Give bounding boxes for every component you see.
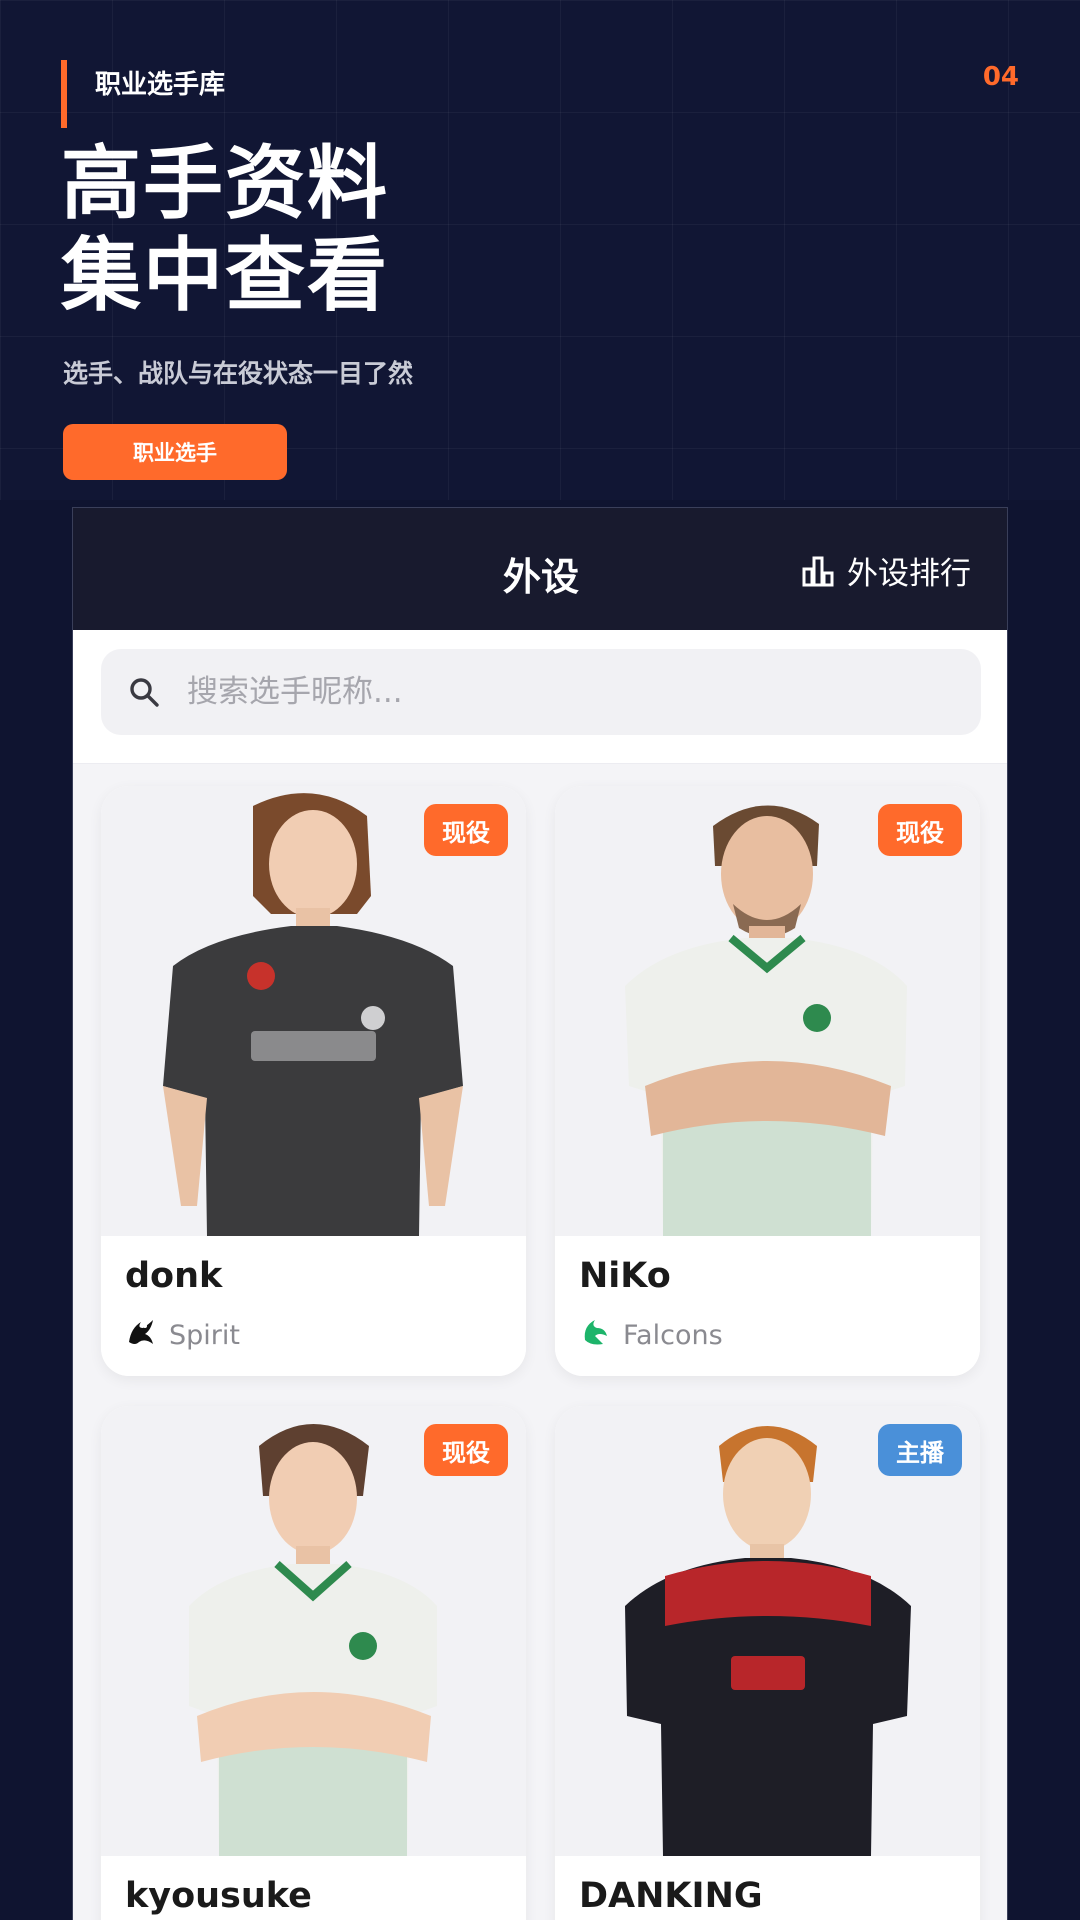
search-input[interactable] — [187, 674, 887, 710]
team-name: Spirit — [169, 1320, 240, 1351]
search-bar[interactable] — [101, 649, 981, 735]
pro-players-button[interactable]: 职业选手 — [63, 424, 287, 480]
status-badge: 现役 — [424, 804, 508, 856]
headline-line-2: 集中查看 — [61, 229, 389, 322]
search-section — [73, 630, 1007, 764]
player-name: donk — [125, 1256, 223, 1296]
player-info: donk Spirit — [101, 1236, 526, 1376]
status-badge: 现役 — [424, 1424, 508, 1476]
player-photo: 现役 — [555, 786, 980, 1236]
player-info: kyousuke — [101, 1856, 526, 1920]
page-subtitle: 选手、战队与在役状态一目了然 — [63, 359, 414, 388]
spirit-dragon-icon — [125, 1316, 157, 1355]
gear-ranking-button[interactable]: 外设排行 — [801, 548, 971, 593]
gear-ranking-label: 外设排行 — [847, 556, 971, 592]
page-headline: 高手资料 集中查看 — [61, 138, 389, 322]
app-header: 外设 外设排行 — [73, 508, 1007, 630]
bar-chart-icon — [801, 555, 835, 587]
player-card[interactable]: 主播 DANKING — [555, 1406, 980, 1920]
player-card[interactable]: 现役 donk Spirit — [101, 786, 526, 1376]
player-team: Falcons — [579, 1316, 723, 1355]
player-photo: 现役 — [101, 1406, 526, 1856]
status-badge: 现役 — [878, 804, 962, 856]
team-name: Falcons — [623, 1320, 723, 1351]
hero-section: 职业选手库 04 高手资料 集中查看 选手、战队与在役状态一目了然 职业选手 — [0, 0, 1080, 500]
player-name: kyousuke — [125, 1876, 312, 1916]
player-photo: 主播 — [555, 1406, 980, 1856]
player-team: Spirit — [125, 1316, 240, 1355]
player-card[interactable]: 现役 kyousuke — [101, 1406, 526, 1920]
kicker-accent-bar — [61, 60, 67, 128]
player-photo: 现役 — [101, 786, 526, 1236]
app-screen: 外设 外设排行 搜索选手昵称... 现役 donk Spirit 现役 NiKo… — [72, 507, 1008, 1920]
status-badge: 主播 — [878, 1424, 962, 1476]
search-icon — [127, 675, 161, 709]
player-info: NiKo Falcons — [555, 1236, 980, 1376]
falcons-logo-icon — [579, 1316, 611, 1355]
headline-line-1: 高手资料 — [61, 137, 389, 230]
section-kicker: 职业选手库 — [95, 70, 226, 100]
player-name: NiKo — [579, 1256, 671, 1296]
player-name: DANKING — [579, 1876, 763, 1916]
player-card[interactable]: 现役 NiKo Falcons — [555, 786, 980, 1376]
player-info: DANKING — [555, 1856, 980, 1920]
page-number: 04 — [982, 62, 1019, 92]
